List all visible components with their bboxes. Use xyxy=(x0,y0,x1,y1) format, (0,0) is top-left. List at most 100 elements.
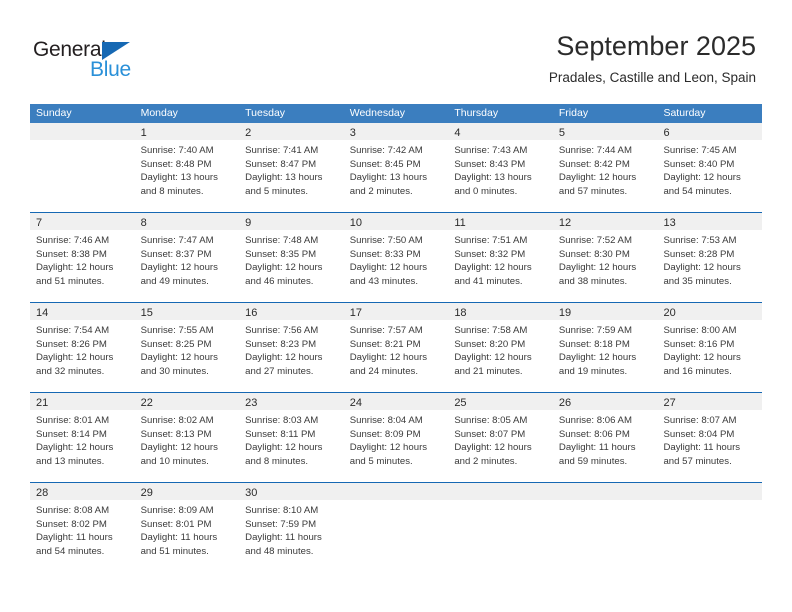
day-detail-line: Sunrise: 7:42 AM xyxy=(349,145,423,156)
date-number: 29 xyxy=(140,487,153,499)
weekday-header-friday: Friday xyxy=(558,107,589,119)
day-cell[interactable]: 13 Sunrise: 7:53 AM Sunset: 8:28 PM Dayligh… xyxy=(657,213,763,302)
day-detail-line: Sunset: 8:47 PM xyxy=(245,158,317,170)
day-detail-line: Daylight: 13 hours xyxy=(349,172,428,184)
day-detail-line: Daylight: 12 hours xyxy=(349,442,428,454)
day-cell[interactable]: 19 Sunrise: 7:59 AM Sunset: 8:18 PM Dayligh… xyxy=(552,303,658,392)
date-band: 26 xyxy=(552,393,658,410)
date-band: 6 xyxy=(657,123,763,140)
day-detail-line: and 2 minutes. xyxy=(349,185,413,197)
week-cells: 1 Sunrise: 7:40 AM Sunset: 8:48 PM Daylight… xyxy=(30,123,763,212)
day-detail-line: Sunrise: 8:02 AM xyxy=(140,415,214,426)
day-detail-line: Daylight: 11 hours xyxy=(663,442,741,454)
date-band: 2 xyxy=(239,123,344,140)
day-detail-line: and 49 minutes. xyxy=(140,275,209,287)
day-detail-line: and 21 minutes. xyxy=(454,365,523,377)
day-detail-line: Daylight: 12 hours xyxy=(36,352,114,364)
day-details: Sunrise: 7:58 AM Sunset: 8:20 PM Daylight:… xyxy=(448,320,553,378)
day-cell[interactable]: 18 Sunrise: 7:58 AM Sunset: 8:20 PM Dayligh… xyxy=(448,303,553,392)
day-cell[interactable]: 24 Sunrise: 8:04 AM Sunset: 8:09 PM Dayligh… xyxy=(343,393,449,482)
day-cell[interactable]: 27 Sunrise: 8:07 AM Sunset: 8:04 PM Dayligh… xyxy=(657,393,763,482)
day-detail-line: and 57 minutes. xyxy=(663,455,732,467)
day-details: Sunrise: 7:55 AM Sunset: 8:25 PM Daylight:… xyxy=(135,320,240,378)
day-detail-line: and 13 minutes. xyxy=(36,455,105,467)
day-cell[interactable]: 15 Sunrise: 7:55 AM Sunset: 8:25 PM Dayligh… xyxy=(134,303,240,392)
day-detail-line: and 48 minutes. xyxy=(245,545,314,557)
calendar-week-row: 21 Sunrise: 8:01 AM Sunset: 8:14 PM Dayligh… xyxy=(30,392,763,482)
day-cell[interactable]: 1 Sunrise: 7:40 AM Sunset: 8:48 PM Daylight… xyxy=(134,123,240,212)
day-details: Sunrise: 7:47 AM Sunset: 8:37 PM Daylight:… xyxy=(135,230,240,288)
day-cell[interactable]: 16 Sunrise: 7:56 AM Sunset: 8:23 PM Dayligh… xyxy=(239,303,344,392)
date-band: 21 xyxy=(30,393,135,410)
day-cell[interactable]: 17 Sunrise: 7:57 AM Sunset: 8:21 PM Dayligh… xyxy=(343,303,449,392)
day-detail-line: Daylight: 12 hours xyxy=(558,172,637,184)
date-band: 16 xyxy=(239,303,344,320)
day-cell[interactable]: 14 Sunrise: 7:54 AM Sunset: 8:26 PM Dayligh… xyxy=(30,303,135,392)
day-cell[interactable]: 11 Sunrise: 7:51 AM Sunset: 8:32 PM Dayligh… xyxy=(448,213,553,302)
day-details: Sunrise: 8:04 AM Sunset: 8:09 PM Daylight:… xyxy=(344,410,449,468)
day-cell[interactable]: 28 Sunrise: 8:08 AM Sunset: 8:02 PM Dayligh… xyxy=(30,483,135,572)
date-band: 8 xyxy=(134,213,240,230)
day-detail-line: Daylight: 13 hours xyxy=(454,172,532,184)
day-cell[interactable]: 2 Sunrise: 7:41 AM Sunset: 8:47 PM Daylight… xyxy=(239,123,344,212)
day-details: Sunrise: 7:43 AM Sunset: 8:43 PM Daylight:… xyxy=(448,140,553,198)
day-cell[interactable]: 6 Sunrise: 7:45 AM Sunset: 8:40 PM Daylight… xyxy=(657,123,763,212)
day-details xyxy=(657,500,762,504)
day-details: Sunrise: 7:50 AM Sunset: 8:33 PM Daylight:… xyxy=(344,230,449,288)
day-cell[interactable]: 8 Sunrise: 7:47 AM Sunset: 8:37 PM Daylight… xyxy=(134,213,240,302)
day-detail-line: Sunset: 8:38 PM xyxy=(36,248,107,260)
day-cell[interactable]: 26 Sunrise: 8:06 AM Sunset: 8:06 PM Dayligh… xyxy=(552,393,658,482)
day-details xyxy=(344,500,449,504)
day-details: Sunrise: 7:52 AM Sunset: 8:30 PM Daylight:… xyxy=(553,230,658,288)
day-cell[interactable]: 23 Sunrise: 8:03 AM Sunset: 8:11 PM Dayligh… xyxy=(239,393,344,482)
day-detail-line: Daylight: 12 hours xyxy=(140,442,218,454)
day-details: Sunrise: 7:53 AM Sunset: 8:28 PM Daylight:… xyxy=(657,230,762,288)
page-header: General Blue September 2025 Pradales, Ca… xyxy=(0,0,792,104)
day-cell[interactable]: 9 Sunrise: 7:48 AM Sunset: 8:35 PM Daylight… xyxy=(239,213,344,302)
date-band: 4 xyxy=(448,123,553,140)
day-details: Sunrise: 8:03 AM Sunset: 8:11 PM Daylight:… xyxy=(239,410,344,468)
day-detail-line: and 0 minutes. xyxy=(454,185,518,197)
day-cell[interactable]: 25 Sunrise: 8:05 AM Sunset: 8:07 PM Dayligh… xyxy=(448,393,553,482)
day-detail-line: Daylight: 12 hours xyxy=(454,352,532,364)
day-detail-line: and 19 minutes. xyxy=(558,365,628,377)
day-detail-line: and 2 minutes. xyxy=(454,455,518,467)
date-band: 3 xyxy=(343,123,449,140)
date-band: 9 xyxy=(239,213,344,230)
week-cells: 7 Sunrise: 7:46 AM Sunset: 8:38 PM Daylight… xyxy=(30,213,763,302)
day-cell[interactable]: 7 Sunrise: 7:46 AM Sunset: 8:38 PM Daylight… xyxy=(30,213,135,302)
day-details: Sunrise: 7:56 AM Sunset: 8:23 PM Daylight:… xyxy=(239,320,344,378)
day-cell[interactable]: 20 Sunrise: 8:00 AM Sunset: 8:16 PM Dayligh… xyxy=(657,303,763,392)
day-detail-line: Sunrise: 7:41 AM xyxy=(245,145,319,156)
date-number: 5 xyxy=(558,127,566,139)
date-band: 29 xyxy=(134,483,240,500)
location-subtitle: Pradales, Castille and Leon, Spain xyxy=(548,70,756,85)
day-detail-line: Daylight: 11 hours xyxy=(140,532,218,544)
day-cell[interactable]: 4 Sunrise: 7:43 AM Sunset: 8:43 PM Daylight… xyxy=(448,123,553,212)
day-detail-line: Sunset: 8:18 PM xyxy=(558,338,630,350)
day-details: Sunrise: 8:07 AM Sunset: 8:04 PM Daylight:… xyxy=(657,410,762,468)
day-detail-line: Daylight: 12 hours xyxy=(454,442,532,454)
day-detail-line: Sunrise: 8:01 AM xyxy=(36,415,110,426)
day-detail-line: Daylight: 12 hours xyxy=(558,262,637,274)
day-cell[interactable]: 29 Sunrise: 8:09 AM Sunset: 8:01 PM Dayligh… xyxy=(134,483,240,572)
day-cell[interactable]: 5 Sunrise: 7:44 AM Sunset: 8:42 PM Daylight… xyxy=(552,123,658,212)
day-detail-line: Daylight: 12 hours xyxy=(454,262,532,274)
day-detail-line: Sunset: 8:37 PM xyxy=(140,248,212,260)
day-detail-line: Sunset: 8:26 PM xyxy=(36,338,107,350)
day-cell-empty xyxy=(657,483,763,572)
day-details: Sunrise: 7:40 AM Sunset: 8:48 PM Daylight:… xyxy=(135,140,240,198)
day-cell[interactable]: 30 Sunrise: 8:10 AM Sunset: 7:59 PM Dayligh… xyxy=(239,483,344,572)
day-cell[interactable]: 3 Sunrise: 7:42 AM Sunset: 8:45 PM Daylight… xyxy=(343,123,449,212)
day-cell[interactable]: 12 Sunrise: 7:52 AM Sunset: 8:30 PM Dayligh… xyxy=(552,213,658,302)
day-detail-line: and 41 minutes. xyxy=(454,275,523,287)
day-details: Sunrise: 7:59 AM Sunset: 8:18 PM Daylight:… xyxy=(553,320,658,378)
day-details: Sunrise: 8:01 AM Sunset: 8:14 PM Daylight:… xyxy=(30,410,135,468)
date-band xyxy=(552,483,658,500)
day-cell[interactable]: 22 Sunrise: 8:02 AM Sunset: 8:13 PM Dayligh… xyxy=(134,393,240,482)
day-cell[interactable]: 10 Sunrise: 7:50 AM Sunset: 8:33 PM Dayligh… xyxy=(343,213,449,302)
date-number: 13 xyxy=(663,217,676,229)
date-number: 17 xyxy=(349,307,362,319)
day-detail-line: Daylight: 12 hours xyxy=(140,262,218,274)
day-cell[interactable]: 21 Sunrise: 8:01 AM Sunset: 8:14 PM Dayligh… xyxy=(30,393,135,482)
